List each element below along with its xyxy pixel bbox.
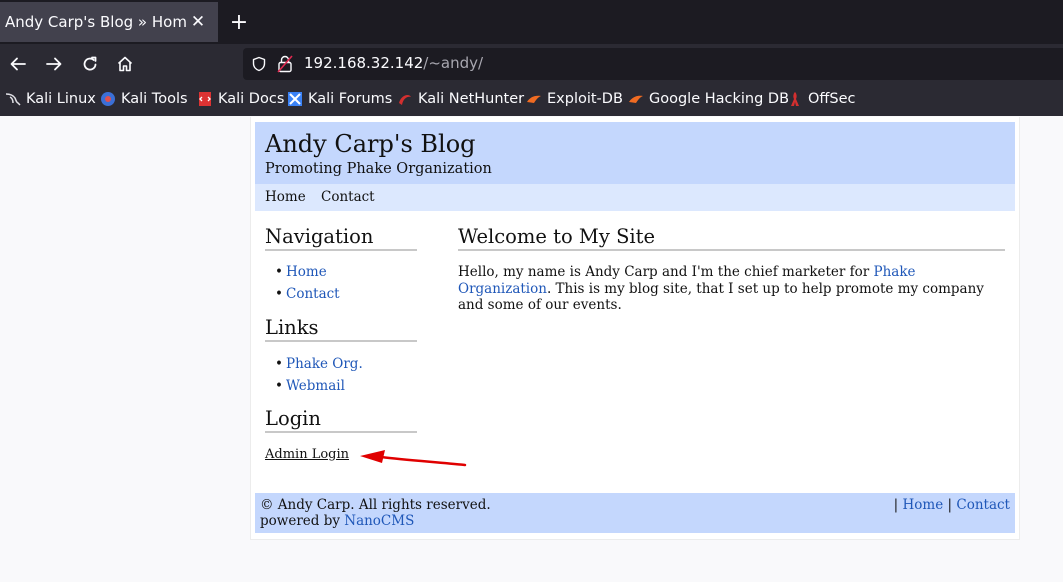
bookmark-kali-nethunter[interactable]: Kali NetHunter — [397, 91, 524, 107]
bookmarks-toolbar: Kali Linux Kali Tools Kali Docs Kali For… — [0, 84, 1063, 116]
footer-home-link[interactable]: Home — [903, 497, 944, 513]
powered-by: powered by NanoCMS — [260, 513, 491, 529]
bookmark-kali-forums[interactable]: Kali Forums — [287, 91, 392, 107]
login-heading: Login — [265, 407, 417, 433]
bookmark-label: Kali Tools — [121, 91, 188, 107]
main-heading: Welcome to My Site — [458, 225, 1005, 251]
kali-tools-icon — [100, 91, 116, 107]
bullet-icon: • — [275, 356, 283, 372]
links-heading: Links — [265, 316, 417, 342]
site-tagline: Promoting Phake Organization — [265, 161, 492, 177]
bookmark-label: Google Hacking DB — [649, 91, 790, 107]
new-tab-icon[interactable]: + — [227, 10, 251, 35]
nav-contact-link[interactable]: Contact — [286, 286, 340, 302]
forward-arrow-icon[interactable] — [42, 52, 66, 76]
topnav-home-link[interactable]: Home — [265, 189, 306, 205]
insecure-lock-icon[interactable] — [277, 55, 293, 73]
bookmark-label: OffSec — [808, 91, 856, 107]
main-paragraph: Hello, my name is Andy Carp and I'm the … — [458, 264, 1005, 314]
nanocms-link[interactable]: NanoCMS — [344, 513, 414, 529]
site-header: Andy Carp's Blog Promoting Phake Organiz… — [255, 122, 1015, 184]
bullet-icon: • — [275, 378, 283, 394]
footer-contact-link[interactable]: Contact — [956, 497, 1010, 513]
list-item: • Home — [275, 264, 340, 286]
back-arrow-icon[interactable] — [6, 52, 30, 76]
bookmark-label: Kali Docs — [218, 91, 285, 107]
tab-title: Andy Carp's Blog » Home — [5, 13, 186, 31]
footer-links: | Home | Contact — [894, 497, 1010, 513]
top-nav: Home Contact — [255, 184, 1015, 211]
list-item: • Phake Org. — [275, 356, 363, 378]
powered-by-text: powered by — [260, 513, 345, 529]
list-item: • Contact — [275, 286, 340, 308]
site-footer: © Andy Carp. All rights reserved. powere… — [255, 493, 1015, 533]
offsec-icon — [787, 91, 803, 107]
phake-org-link[interactable]: Phake Org. — [286, 356, 363, 372]
kali-docs-icon — [197, 91, 213, 107]
ghdb-icon — [628, 91, 644, 107]
bookmark-label: Kali Forums — [308, 91, 393, 107]
web-page: Andy Carp's Blog Promoting Phake Organiz… — [250, 117, 1020, 540]
bullet-icon: • — [275, 286, 283, 302]
browser-tab[interactable]: Andy Carp's Blog » Home ✕ — [0, 2, 218, 42]
url-text: 192.168.32.142/~andy/ — [304, 54, 483, 72]
bookmark-label: Kali NetHunter — [418, 91, 525, 107]
bookmark-label: Kali Linux — [26, 91, 96, 107]
site-title: Andy Carp's Blog — [265, 130, 476, 158]
bookmark-kali-linux[interactable]: Kali Linux — [5, 91, 96, 107]
kali-nethunter-icon — [397, 91, 413, 107]
footer-separator: | — [947, 497, 953, 513]
webmail-link[interactable]: Webmail — [286, 378, 345, 394]
home-icon[interactable] — [113, 52, 137, 76]
bookmark-offsec[interactable]: OffSec — [787, 91, 856, 107]
navigation-heading: Navigation — [265, 225, 417, 251]
bookmark-kali-tools[interactable]: Kali Tools — [100, 91, 188, 107]
address-bar[interactable]: 192.168.32.142/~andy/ — [243, 48, 1063, 80]
nav-toolbar: 192.168.32.142/~andy/ — [0, 44, 1063, 84]
paragraph-text: Hello, my name is Andy Carp and I'm the … — [458, 264, 874, 280]
bullet-icon: • — [275, 264, 283, 280]
admin-login-link[interactable]: Admin Login — [265, 447, 349, 462]
kali-forums-icon — [287, 91, 303, 107]
list-item: • Webmail — [275, 378, 363, 400]
url-host: 192.168.32.142 — [304, 54, 424, 72]
footer-left: © Andy Carp. All rights reserved. powere… — [260, 497, 491, 529]
close-tab-icon[interactable]: ✕ — [186, 10, 210, 34]
bookmark-label: Exploit-DB — [547, 91, 623, 107]
bookmark-google-hacking-db[interactable]: Google Hacking DB — [628, 91, 789, 107]
footer-separator: | — [893, 497, 899, 513]
exploit-db-icon — [526, 91, 542, 107]
url-path: /~andy/ — [423, 54, 484, 72]
topnav-contact-link[interactable]: Contact — [321, 189, 375, 205]
links-list: • Phake Org. • Webmail — [275, 356, 363, 400]
bookmark-kali-docs[interactable]: Kali Docs — [197, 91, 284, 107]
bookmark-exploit-db[interactable]: Exploit-DB — [526, 91, 623, 107]
nav-home-link[interactable]: Home — [286, 264, 327, 280]
tab-bar: Andy Carp's Blog » Home ✕ + — [0, 0, 1063, 44]
shield-icon[interactable] — [251, 56, 267, 72]
reload-icon[interactable] — [78, 52, 102, 76]
copyright-text: © Andy Carp. All rights reserved. — [260, 497, 491, 513]
navigation-list: • Home • Contact — [275, 264, 340, 308]
annotation-arrow-icon — [360, 450, 467, 467]
kali-dragon-icon — [5, 91, 21, 107]
